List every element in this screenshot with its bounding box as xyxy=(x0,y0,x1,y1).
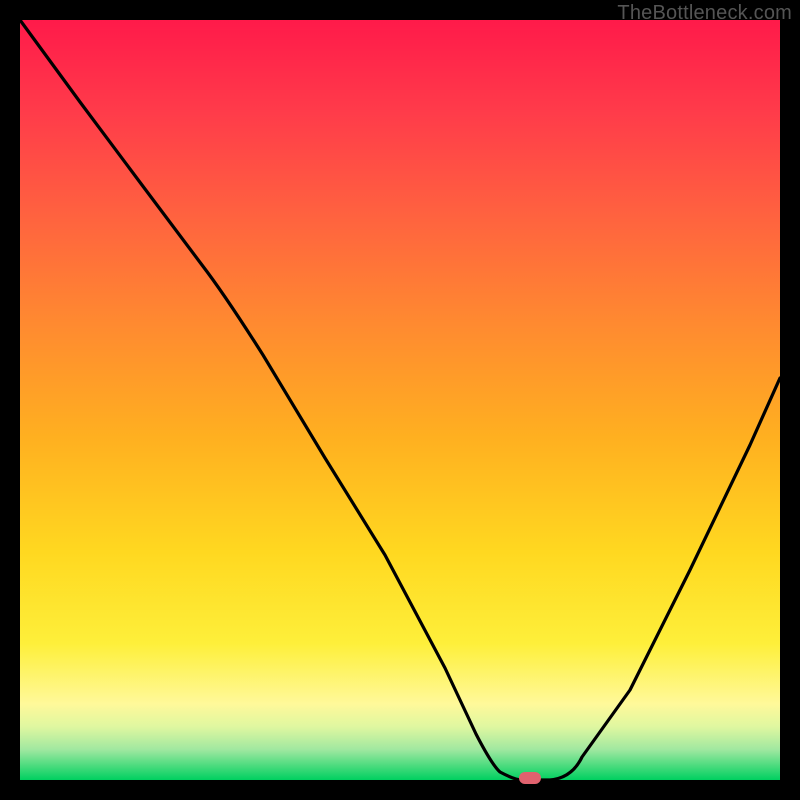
plot-area xyxy=(20,20,780,780)
optimal-marker xyxy=(519,772,541,784)
curve-path xyxy=(20,20,780,780)
chart-frame: TheBottleneck.com xyxy=(0,0,800,800)
bottleneck-curve xyxy=(20,20,780,780)
